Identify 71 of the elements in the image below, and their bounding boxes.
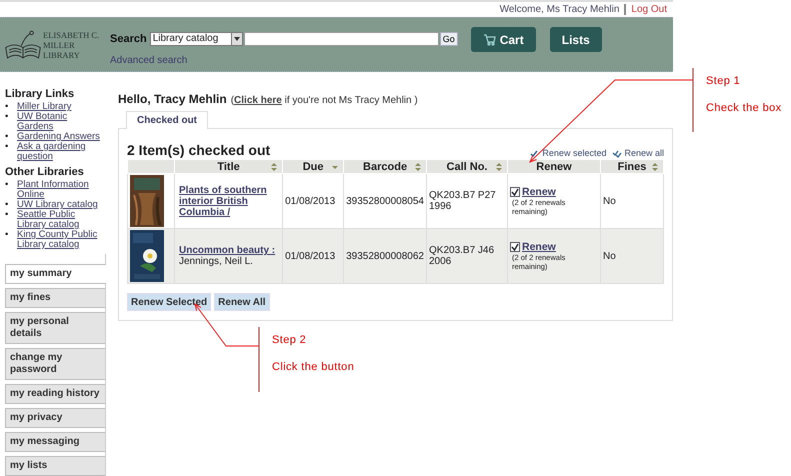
column-header: Due: [302, 160, 324, 172]
sidebar-link[interactable]: Gardening Answers: [17, 132, 100, 142]
sidebar-link[interactable]: Plant Information Online: [17, 180, 106, 200]
logo-text: ELISABETH C. MILLER LIBRARY: [43, 30, 100, 60]
sidebar-link[interactable]: Seattle Public Library catalog: [17, 210, 106, 230]
bullet: •: [5, 230, 10, 242]
checked-out-tab[interactable]: Checked out: [126, 111, 208, 129]
sidebar-link[interactable]: UW Botanic Gardens: [17, 112, 106, 132]
sidebar-nav-item[interactable]: my reading history: [5, 384, 105, 404]
cart-icon: [482, 33, 496, 46]
greeting: Hello, Tracy Mehlin: [118, 92, 227, 106]
call-number: QK203.B7 J46 2006: [426, 228, 508, 284]
sort-icon: [651, 162, 659, 172]
fines-cell: No: [600, 228, 664, 284]
sidebar-link[interactable]: Ask a gardening question: [17, 142, 106, 162]
double-check-icon: [612, 148, 622, 158]
column-header: Call No.: [446, 160, 488, 172]
renew-link[interactable]: Renew: [522, 186, 556, 198]
check-icon: [530, 148, 540, 158]
sidebar-nav-item[interactable]: my summary: [5, 264, 106, 284]
sidebar-nav-item[interactable]: my messaging: [5, 432, 105, 452]
bullet: •: [5, 210, 10, 222]
welcome-text: Welcome, Ms Tracy Mehlin: [500, 4, 620, 15]
title-link[interactable]: Uncommon beauty :: [179, 245, 276, 256]
sort-icon: [414, 162, 422, 172]
renew-link[interactable]: Renew: [522, 241, 556, 253]
bullet: •: [5, 142, 10, 154]
renew-selected-button[interactable]: Renew Selected: [127, 293, 212, 311]
renew-all-link[interactable]: Renew all: [612, 148, 664, 158]
step-label: Step 2: [272, 334, 306, 346]
bullet: •: [5, 132, 10, 142]
section-heading: Library Links: [5, 88, 76, 100]
lists-button[interactable]: Lists: [550, 27, 602, 52]
column-header: Title: [217, 160, 240, 172]
step-instruction: Click the button: [272, 361, 354, 373]
bullet: •: [5, 112, 10, 124]
sidebar-nav-item[interactable]: my personal details: [5, 312, 105, 344]
bullet: •: [5, 180, 10, 192]
column-header: Fines: [618, 160, 646, 172]
sidebar-nav-item[interactable]: my fines: [5, 288, 105, 308]
barcode: 39352800008062: [344, 228, 426, 284]
click-here-link[interactable]: Click here: [234, 95, 282, 106]
sidebar-link[interactable]: King County Public Library catalog: [17, 230, 106, 250]
due-date: 01/08/2013: [282, 228, 344, 284]
logout-link[interactable]: Log Out: [631, 4, 667, 15]
search-label: Search: [110, 32, 147, 44]
sidebar-link[interactable]: UW Library catalog: [17, 200, 98, 210]
sort-icon: [495, 162, 503, 172]
renew-checkbox[interactable]: [510, 187, 520, 197]
column-header: Barcode: [363, 160, 408, 172]
renew-all-button[interactable]: Renew All: [214, 293, 270, 311]
sidebar-nav-item[interactable]: change my password: [5, 348, 105, 380]
renew-selected-link[interactable]: Renew selected: [530, 148, 606, 158]
step-label: Step 1: [706, 75, 740, 87]
bullet: •: [5, 200, 10, 210]
sidebar-nav-item[interactable]: my privacy: [5, 408, 105, 428]
items-heading: 2 Item(s) checked out: [127, 142, 270, 158]
greeting-note: (Click here if you're not Ms Tracy Mehlin ): [230, 95, 418, 106]
section-heading: Other Libraries: [5, 166, 85, 178]
step-instruction: Check the box: [706, 102, 782, 114]
sidebar-link[interactable]: Miller Library: [17, 102, 72, 112]
sidebar-nav-item[interactable]: my lists: [5, 456, 105, 476]
column-header: Renew: [536, 160, 572, 172]
search-scope-dropdown[interactable]: Library catalog: [150, 32, 243, 46]
bullet: •: [5, 102, 10, 112]
sort-icon: [270, 162, 278, 172]
cart-button[interactable]: Cart: [470, 27, 536, 52]
renew-checkbox[interactable]: [510, 242, 520, 252]
go-button[interactable]: Go: [440, 32, 458, 46]
author-text: Jennings, Neil L.: [179, 256, 253, 267]
search-field[interactable]: [244, 32, 439, 46]
